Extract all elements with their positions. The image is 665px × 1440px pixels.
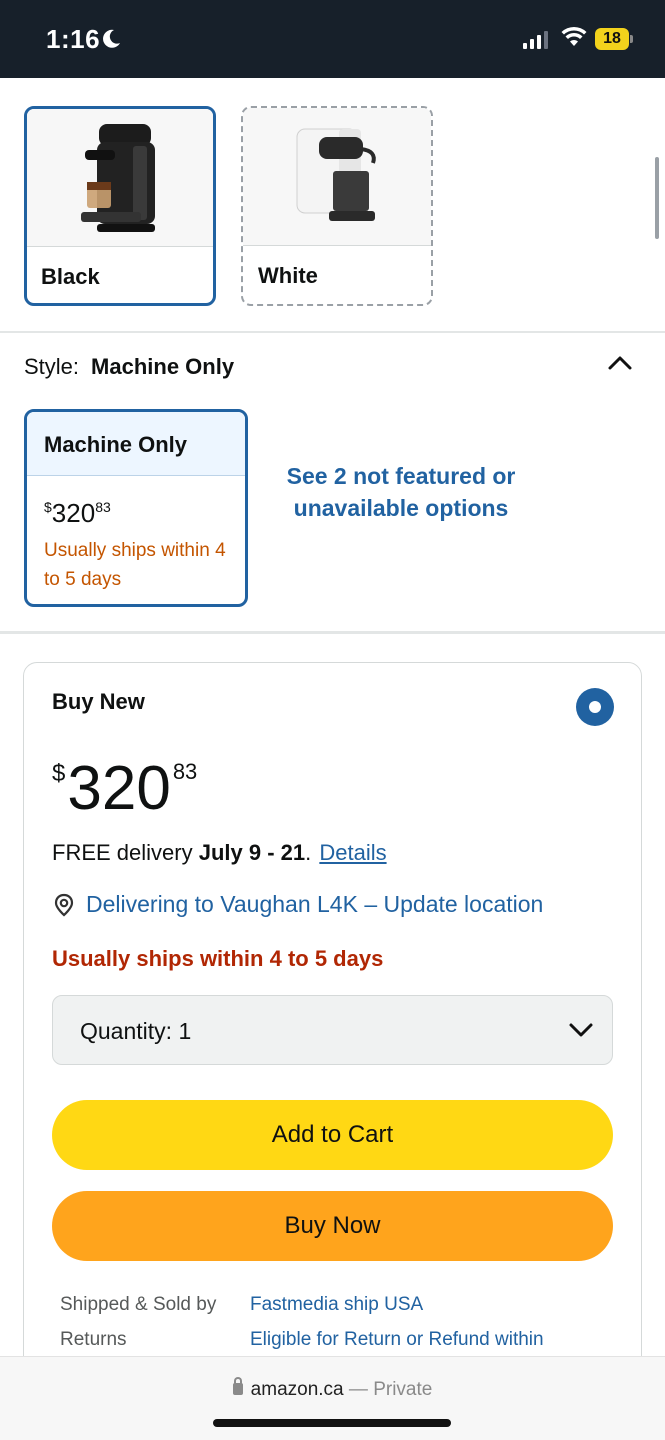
location-text: Delivering to Vaughan L4K – Update locat…	[86, 891, 544, 917]
style-value: Machine Only	[91, 354, 235, 379]
shipping-estimate: Usually ships within 4 to 5 days	[52, 946, 384, 971]
lock-icon	[232, 1377, 243, 1395]
url-domain: amazon.ca	[250, 1379, 344, 1400]
wifi-icon	[561, 26, 587, 46]
buy-new-title: Buy New	[52, 689, 145, 714]
scrollbar[interactable]	[655, 157, 659, 239]
address-bar[interactable]: amazon.ca — Private	[0, 1377, 665, 1401]
coffee-machine-black-icon	[81, 123, 155, 232]
details-link[interactable]: Details	[319, 840, 386, 865]
shipped-sold-by-label: Shipped & Sold by	[60, 1294, 217, 1315]
style-option-machine-only[interactable]: Machine Only $32083 Usually ships within…	[24, 409, 248, 607]
product-image-white	[243, 108, 431, 245]
moon-icon	[103, 29, 120, 48]
location-pin-icon	[54, 893, 74, 916]
price: $32083	[52, 754, 198, 823]
coffee-machine-white-icon	[296, 128, 376, 221]
color-option-white[interactable]: White	[241, 106, 433, 306]
chevron-up-icon[interactable]	[606, 352, 634, 372]
chevron-down-icon	[569, 1023, 593, 1037]
add-to-cart-button[interactable]: Add to Cart	[52, 1100, 613, 1170]
status-bar: 1:16 18	[0, 0, 665, 78]
battery-icon: 18	[595, 28, 633, 50]
returns-label: Returns	[60, 1329, 127, 1350]
style-selector-header[interactable]: Style: Machine Only	[24, 354, 234, 380]
delivery-info: FREE delivery July 9 - 21. Details	[52, 840, 387, 865]
cellular-signal-icon	[523, 29, 548, 49]
home-indicator[interactable]	[213, 1419, 451, 1427]
color-label: Black	[41, 264, 100, 289]
battery-level: 18	[595, 28, 629, 50]
style-option-price: $32083	[44, 498, 111, 528]
style-option-ships: Usually ships within 4 to 5 days	[44, 540, 226, 590]
see-unavailable-options-link[interactable]: See 2 not featured or unavailable option…	[270, 460, 532, 524]
status-time: 1:16	[46, 24, 101, 54]
product-image-black	[27, 109, 213, 246]
buy-now-button[interactable]: Buy Now	[52, 1191, 613, 1261]
style-key: Style:	[24, 354, 80, 379]
divider	[0, 331, 665, 333]
style-option-name: Machine Only	[44, 432, 188, 457]
divider	[0, 631, 665, 634]
browser-bottom-bar: amazon.ca — Private	[0, 1356, 665, 1440]
seller-link[interactable]: Fastmedia ship USA	[250, 1294, 423, 1316]
color-option-black[interactable]: Black	[24, 106, 216, 306]
quantity-select[interactable]: Quantity: 1	[52, 995, 613, 1065]
returns-link[interactable]: Eligible for Return or Refund within	[250, 1329, 544, 1351]
update-location-link[interactable]: Delivering to Vaughan L4K – Update locat…	[52, 891, 543, 918]
private-mode-label: Private	[373, 1379, 433, 1400]
buy-new-radio[interactable]	[576, 688, 614, 726]
quantity-text: Quantity: 1	[80, 1018, 192, 1044]
color-label: White	[258, 263, 318, 288]
